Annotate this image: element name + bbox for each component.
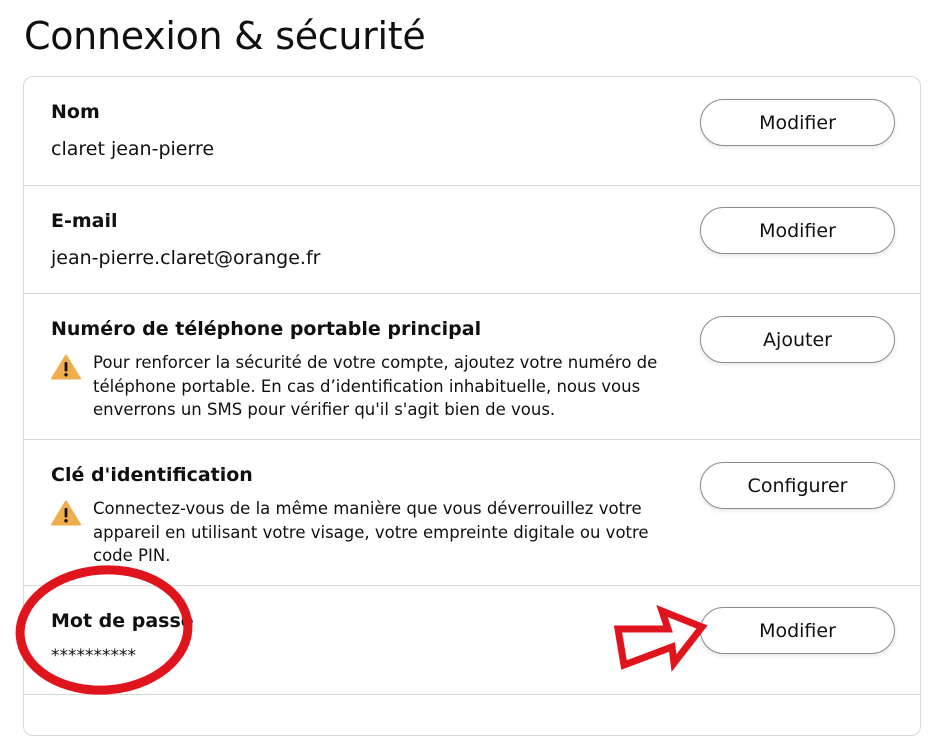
phone-row: Numéro de téléphone portable principal P… — [24, 294, 920, 440]
edit-name-button[interactable]: Modifier — [700, 99, 895, 146]
email-value: jean-pierre.claret@orange.fr — [51, 247, 321, 269]
name-value: claret jean-pierre — [51, 138, 215, 160]
passkey-label: Clé d'identification — [51, 464, 253, 486]
edit-email-button[interactable]: Modifier — [700, 207, 895, 254]
email-label: E-mail — [51, 210, 118, 232]
add-phone-button[interactable]: Ajouter — [700, 316, 895, 363]
warning-triangle-icon — [51, 500, 81, 526]
name-label: Nom — [51, 101, 100, 123]
name-row: Nom claret jean-pierre Modifier — [24, 77, 920, 186]
phone-label: Numéro de téléphone portable principal — [51, 318, 482, 340]
phone-warning-text: Pour renforcer la sécurité de votre comp… — [93, 353, 658, 419]
warning-triangle-icon — [51, 354, 81, 380]
page-title: Connexion & sécurité — [24, 14, 426, 58]
edit-password-button[interactable]: Modifier — [700, 607, 895, 654]
passkey-warning-text: Connectez-vous de la même manière que vo… — [93, 499, 649, 565]
annotation-circle — [15, 565, 193, 695]
email-row: E-mail jean-pierre.claret@orange.fr Modi… — [24, 186, 920, 294]
annotation-arrow-icon — [613, 605, 708, 672]
configure-passkey-button[interactable]: Configurer — [700, 462, 895, 509]
